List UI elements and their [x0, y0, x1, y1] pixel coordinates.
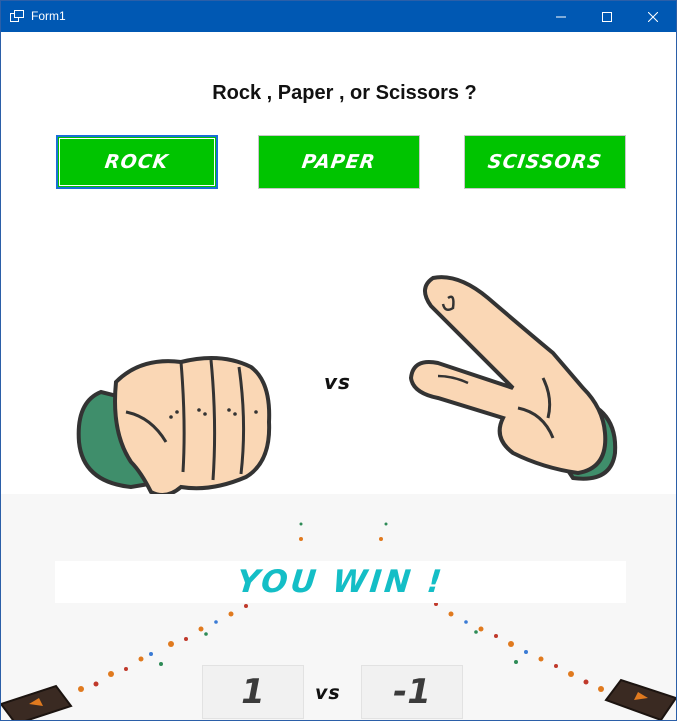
- computer-scissors-hand-image: [408, 275, 618, 481]
- window-title: Form1: [31, 9, 66, 23]
- score-separator: vs: [315, 682, 341, 704]
- minimize-icon: [556, 16, 566, 17]
- player-score: 1: [202, 665, 304, 719]
- rock-button-label: ROCK: [103, 151, 171, 173]
- result-text: YOU WIN !: [234, 564, 447, 600]
- close-icon: [648, 11, 658, 22]
- title-bar[interactable]: Form1: [1, 1, 676, 32]
- right-confetti-cannon-icon: [604, 678, 676, 720]
- form-client-area: Rock , Paper , or Scissors ? ROCK PAPER …: [1, 32, 676, 720]
- scissors-button[interactable]: SCISSORS: [464, 135, 626, 189]
- app-icon: [10, 10, 24, 22]
- left-confetti-cannon-icon: [1, 684, 73, 720]
- prompt-label: Rock , Paper , or Scissors ?: [212, 82, 477, 104]
- versus-label: vs: [324, 370, 351, 394]
- maximize-icon: [602, 11, 612, 22]
- player-rock-hand-image: [76, 356, 272, 498]
- maximize-button[interactable]: [584, 1, 630, 32]
- computer-score: -1: [361, 665, 463, 719]
- minimize-button[interactable]: [538, 1, 584, 32]
- paper-button-label: PAPER: [300, 151, 378, 173]
- paper-button[interactable]: PAPER: [258, 135, 420, 189]
- close-button[interactable]: [630, 1, 676, 32]
- scissors-button-label: SCISSORS: [486, 151, 604, 173]
- rock-button[interactable]: ROCK: [56, 135, 218, 189]
- result-banner: YOU WIN !: [55, 561, 626, 603]
- app-window: Form1 Rock , Paper , or Scissors ? ROCK …: [0, 0, 677, 721]
